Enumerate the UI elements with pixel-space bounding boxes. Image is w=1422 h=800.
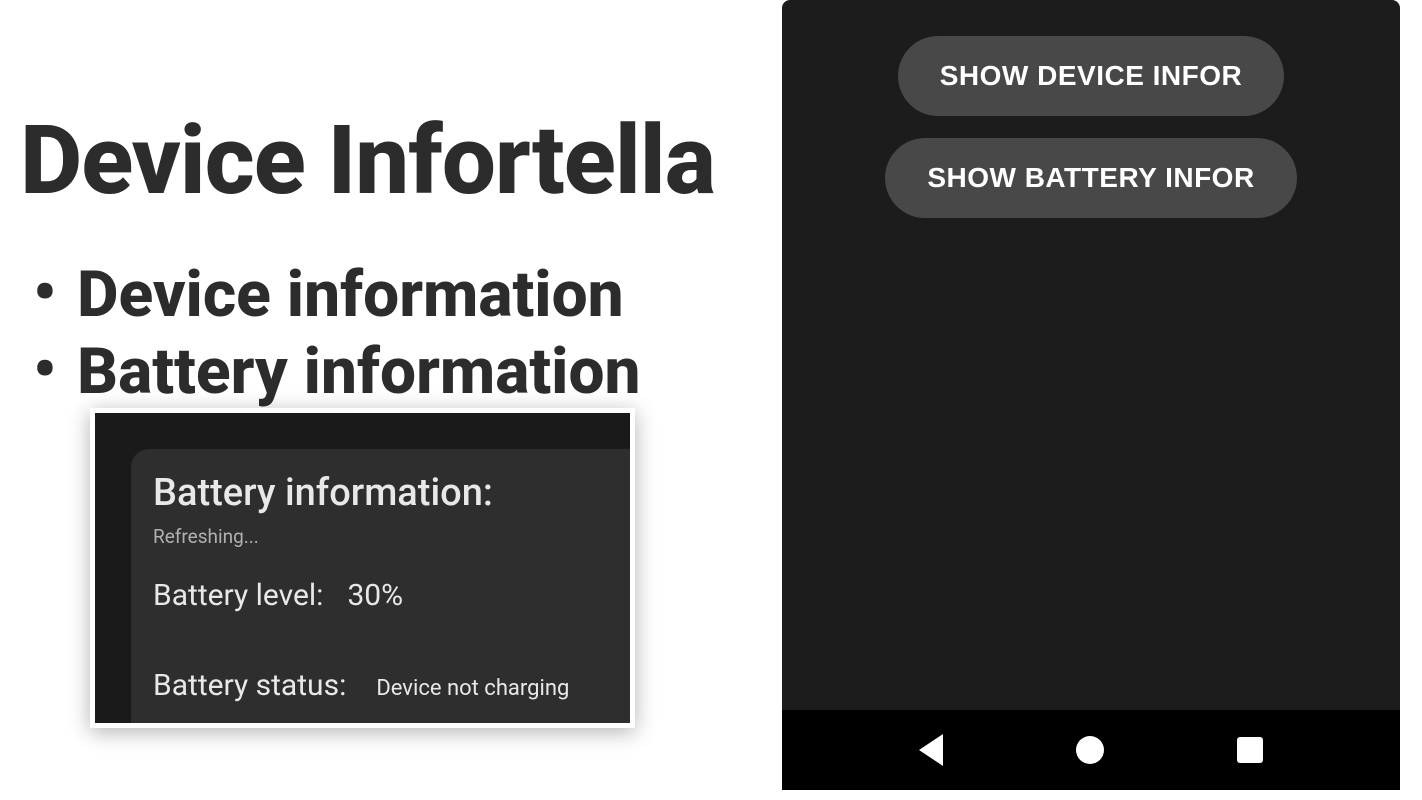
battery-status-value: Device not charging bbox=[376, 676, 569, 701]
main-title: Device Infortella bbox=[20, 105, 760, 217]
battery-level-row: Battery level: 30% bbox=[153, 578, 608, 613]
left-panel: Device Infortella Device information Bat… bbox=[0, 0, 760, 800]
bullet-device-info: Device information bbox=[25, 257, 760, 334]
phone-content: SHOW DEVICE INFOR SHOW BATTERY INFOR bbox=[782, 0, 1400, 710]
battery-inner-card: Battery information: Refreshing... Batte… bbox=[131, 449, 630, 723]
show-device-info-button[interactable]: SHOW DEVICE INFOR bbox=[898, 36, 1285, 116]
battery-level-label: Battery level: bbox=[153, 578, 323, 613]
phone-mockup: SHOW DEVICE INFOR SHOW BATTERY INFOR bbox=[782, 0, 1400, 790]
show-battery-info-button[interactable]: SHOW BATTERY INFOR bbox=[885, 138, 1296, 218]
refreshing-text: Refreshing... bbox=[153, 525, 608, 548]
battery-status-label: Battery status: bbox=[153, 668, 346, 703]
battery-card: Battery information: Refreshing... Batte… bbox=[95, 413, 630, 723]
nav-back-icon[interactable] bbox=[919, 734, 943, 766]
battery-heading: Battery information: bbox=[153, 471, 608, 515]
battery-level-value: 30% bbox=[347, 578, 403, 613]
bullet-list: Device information Battery information bbox=[25, 257, 760, 411]
nav-home-icon[interactable] bbox=[1076, 736, 1104, 764]
battery-status-row: Battery status: Device not charging bbox=[153, 668, 608, 703]
bullet-battery-info: Battery information bbox=[25, 334, 760, 411]
battery-card-wrapper: Battery information: Refreshing... Batte… bbox=[90, 408, 635, 728]
phone-navbar bbox=[782, 710, 1400, 790]
nav-recent-icon[interactable] bbox=[1237, 737, 1263, 763]
